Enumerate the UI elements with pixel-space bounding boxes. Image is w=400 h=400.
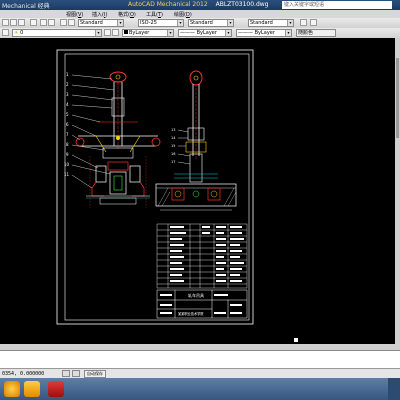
autocad-taskbar-icon[interactable]: [48, 381, 64, 397]
pan-icon[interactable]: [60, 19, 67, 26]
help-search-input[interactable]: 键入关键字或短语: [282, 1, 392, 9]
chevron-down-icon[interactable]: ▾: [287, 20, 293, 26]
part-number: 1: [66, 72, 69, 77]
make-current-icon[interactable]: [104, 29, 111, 36]
lineweight-select[interactable]: ——— ByLayer ▾: [236, 29, 292, 37]
side-view-numbers: 13 14 15 16 17: [171, 128, 176, 164]
mleader-style-select[interactable]: Standard ▾: [248, 19, 294, 27]
layer-select[interactable]: ☀ 0 ▾: [12, 29, 102, 37]
save-icon[interactable]: [18, 19, 25, 26]
grid-icon[interactable]: [72, 370, 80, 377]
title-bar: Mechanical 经典 AutoCAD Mechanical 2012 AB…: [0, 0, 400, 10]
layer-manager-icon[interactable]: [2, 29, 9, 36]
front-view: [75, 71, 161, 208]
system-tray: [388, 378, 400, 400]
layer-previous-icon[interactable]: [112, 29, 119, 36]
linetype-select[interactable]: ——— ByLayer ▾: [178, 29, 232, 37]
chevron-down-icon[interactable]: ▾: [285, 30, 291, 36]
color-select[interactable]: ByLayer ▾: [122, 29, 174, 37]
chevron-down-icon[interactable]: ▾: [95, 30, 101, 36]
coordinate-readout: 0354, 0.000000: [2, 371, 45, 377]
part-number: 5: [66, 112, 69, 117]
part-number: 4: [66, 102, 69, 107]
part-number: 14: [171, 136, 176, 140]
menu-item-tools[interactable]: 工具(T): [146, 11, 163, 18]
part-number: 15: [171, 144, 175, 148]
chevron-down-icon[interactable]: ▾: [225, 30, 231, 36]
sheet-outer-border: [56, 49, 254, 325]
cad-drawing: 1 2 3 4 5 6 7 8 9 10 11 13 14 15 16 17 轧…: [56, 49, 298, 342]
file-explorer-icon[interactable]: [24, 381, 40, 397]
command-line[interactable]: [0, 350, 400, 369]
part-callouts: [71, 74, 115, 189]
part-number: 8: [66, 142, 69, 147]
style-tool-icon[interactable]: [300, 19, 307, 26]
side-view: [155, 70, 237, 211]
part-number: 10: [64, 162, 70, 167]
autosave-status[interactable]: 自动保存: [84, 370, 106, 378]
window-title: AutoCAD Mechanical 2012 ABLZT03100.dwg: [128, 1, 268, 8]
plot-icon[interactable]: [30, 19, 37, 26]
part-number: 6: [66, 122, 69, 127]
start-button[interactable]: [4, 381, 20, 397]
part-number: 9: [66, 152, 69, 157]
undo-icon[interactable]: [40, 19, 47, 26]
chevron-down-icon[interactable]: ▾: [167, 30, 173, 36]
vertical-scrollbar[interactable]: [395, 38, 400, 344]
snap-icon[interactable]: [62, 370, 70, 377]
chevron-down-icon[interactable]: ▾: [177, 20, 183, 26]
table-style-select[interactable]: Standard ▾: [188, 19, 234, 27]
menu-item-view[interactable]: 视图(V): [66, 11, 83, 18]
taskbar: [0, 378, 400, 400]
part-number: 11: [64, 172, 70, 177]
ucs-marker: [294, 338, 298, 342]
part-number: 16: [171, 152, 175, 156]
organization-name: 某某职业技术学院: [178, 311, 204, 316]
menu-item-draw[interactable]: 绘图(D): [174, 11, 192, 18]
app-name: AutoCAD Mechanical 2012: [128, 1, 208, 8]
drawing-canvas[interactable]: 1 2 3 4 5 6 7 8 9 10 11 13 14 15 16 17 轧…: [0, 38, 395, 344]
drawing-title: 轧车吊具: [188, 292, 204, 298]
text-style-select[interactable]: Standard ▾: [78, 19, 124, 27]
menu-item-format[interactable]: 格式(O): [118, 11, 136, 18]
chevron-down-icon[interactable]: ▾: [227, 20, 233, 26]
part-number: 3: [66, 92, 69, 97]
new-icon[interactable]: [2, 19, 9, 26]
document-name: ABLZT03100.dwg: [215, 1, 269, 8]
part-number: 17: [171, 160, 175, 164]
redo-icon[interactable]: [48, 19, 55, 26]
menu-item-insert[interactable]: 插入(I): [92, 11, 107, 18]
part-number: 7: [66, 132, 69, 137]
style-tool-icon[interactable]: [310, 19, 317, 26]
scrollbar-thumb[interactable]: [396, 58, 399, 138]
open-icon[interactable]: [10, 19, 17, 26]
plot-style-select[interactable]: 随颜色: [296, 29, 336, 37]
dim-style-select[interactable]: ISO-25 ▾: [138, 19, 184, 27]
part-number: 13: [171, 128, 175, 132]
chevron-down-icon[interactable]: ▾: [117, 20, 123, 26]
part-number: 2: [66, 82, 69, 87]
zoom-icon[interactable]: [68, 19, 75, 26]
workspace-title[interactable]: Mechanical 经典: [2, 1, 50, 10]
